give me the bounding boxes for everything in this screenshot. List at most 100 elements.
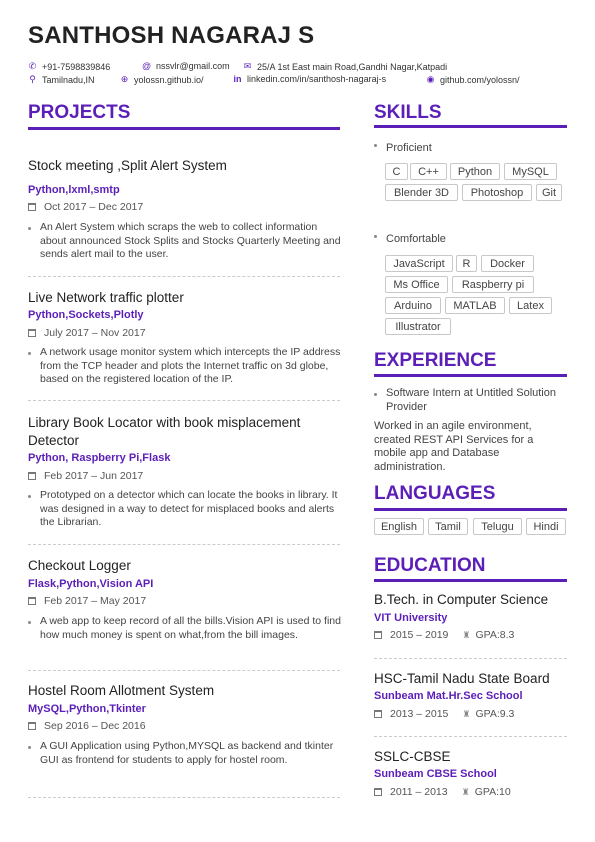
website-text: yolossn.github.io/ xyxy=(134,74,204,85)
education-school: VIT University xyxy=(374,612,448,624)
project-date-text: Feb 2017 – Jun 2017 xyxy=(44,470,144,482)
skill-tag: Python xyxy=(450,163,500,180)
education-divider xyxy=(374,736,567,737)
project-date-text: Oct 2017 – Dec 2017 xyxy=(44,201,144,213)
experience-role-item: Software Intern at Untitled Solution Pro… xyxy=(374,387,564,414)
contact-address: ✉ 25/A 1st East main Road,Gandhi Nagar,Ka… xyxy=(243,61,447,72)
bullet-dot xyxy=(374,393,377,396)
education-meta: 2015 – 2019 ♜ GPA:8.3 xyxy=(374,629,514,641)
map-pin-icon: ⚲ xyxy=(29,74,36,84)
education-degree: B.Tech. in Computer Science xyxy=(374,592,549,607)
calendar-icon xyxy=(28,472,36,480)
bullet-dot xyxy=(28,227,31,230)
project-desc: Prototyped on a detector which can locat… xyxy=(40,489,338,529)
linkedin-icon: in xyxy=(233,74,242,84)
project-title: Stock meeting ,Split Alert System xyxy=(28,158,227,173)
bullet-dot xyxy=(374,235,377,238)
link-icon: ⊕ xyxy=(120,74,129,84)
skill-tag: R xyxy=(456,255,477,272)
trophy-icon: ♜ xyxy=(462,708,471,719)
skill-tag: Arduino xyxy=(385,297,441,314)
project-date-text: Feb 2017 – May 2017 xyxy=(44,595,147,607)
at-icon: @ xyxy=(142,61,152,71)
project-bullet: A GUI Application using Python,MYSQL as … xyxy=(28,740,346,767)
project-title: Checkout Logger xyxy=(28,558,131,573)
project-tech: Python,lxml,smtp xyxy=(28,184,120,196)
skill-tag: Git xyxy=(536,184,562,201)
address-text: 25/A 1st East main Road,Gandhi Nagar,Kat… xyxy=(257,61,448,72)
project-date: Sep 2016 – Dec 2016 xyxy=(28,720,146,732)
email-text: nssvlr@gmail.com xyxy=(156,61,230,71)
education-years: 2015 – 2019 xyxy=(390,629,449,641)
calendar-icon xyxy=(28,722,36,730)
project-desc: A GUI Application using Python,MYSQL as … xyxy=(40,740,334,766)
skill-level-label: Comfortable xyxy=(386,233,446,245)
project-desc: An Alert System which scraps the web to … xyxy=(40,221,341,261)
phone-icon: ✆ xyxy=(28,61,37,71)
calendar-icon xyxy=(28,329,36,337)
calendar-icon xyxy=(374,788,382,796)
bullet-dot xyxy=(28,746,31,749)
skills-heading: SKILLS xyxy=(374,102,442,123)
project-divider xyxy=(28,544,340,545)
contact-linkedin[interactable]: in linkedin.com/in/santhosh-nagaraj-s xyxy=(233,74,387,84)
skill-tag: Docker xyxy=(481,255,534,272)
github-icon: ◉ xyxy=(426,74,435,84)
contact-website[interactable]: ⊕ yolossn.github.io/ xyxy=(120,74,204,85)
project-tech: MySQL,Python,Tkinter xyxy=(28,703,146,715)
project-desc: A web app to keep record of all the bill… xyxy=(40,615,341,641)
languages-heading: LANGUAGES xyxy=(374,483,496,504)
project-bullet: Prototyped on a detector which can locat… xyxy=(28,489,346,530)
project-bullet: A network usage monitor system which int… xyxy=(28,346,346,387)
project-date: July 2017 – Nov 2017 xyxy=(28,327,146,339)
experience-desc: Worked in an agile environment, created … xyxy=(374,420,534,473)
project-title: Hostel Room Allotment System xyxy=(28,683,215,698)
experience-rule xyxy=(374,374,567,377)
skill-tag: Photoshop xyxy=(462,184,532,201)
contact-email[interactable]: @ nssvlr@gmail.com xyxy=(142,61,230,71)
education-years: 2013 – 2015 xyxy=(390,708,449,720)
calendar-icon xyxy=(374,631,382,639)
education-divider xyxy=(374,658,567,659)
skill-tag: Blender 3D xyxy=(385,184,458,201)
project-divider xyxy=(28,276,340,277)
project-bullet: An Alert System which scraps the web to … xyxy=(28,221,346,262)
education-gpa: GPA:9.3 xyxy=(475,708,515,720)
skill-tag: Latex xyxy=(509,297,552,314)
project-desc: A network usage monitor system which int… xyxy=(40,346,341,386)
project-title: Live Network traffic plotter xyxy=(28,290,184,305)
language-tag: English xyxy=(374,518,424,535)
phone-text: +91-7598839846 xyxy=(42,61,111,72)
education-school: Sunbeam CBSE School xyxy=(374,768,497,780)
education-rule xyxy=(374,579,567,582)
skill-level-comfortable: Comfortable xyxy=(374,229,564,247)
contact-github[interactable]: ◉ github.com/yolossn/ xyxy=(426,74,520,85)
project-date-text: July 2017 – Nov 2017 xyxy=(44,327,146,339)
education-gpa: GPA:10 xyxy=(474,786,511,798)
project-date: Oct 2017 – Dec 2017 xyxy=(28,201,143,213)
skill-tag: C++ xyxy=(410,163,447,180)
calendar-icon xyxy=(28,203,36,211)
project-tech: Python, Raspberry Pi,Flask xyxy=(28,452,171,464)
project-title: Library Book Locator with book misplacem… xyxy=(28,415,301,448)
education-heading: EDUCATION xyxy=(374,555,486,576)
contact-location: ⚲ Tamilnadu,IN xyxy=(28,74,94,85)
project-date: Feb 2017 – May 2017 xyxy=(28,595,146,607)
projects-rule xyxy=(28,127,340,130)
skill-tag: C xyxy=(385,163,408,180)
linkedin-text: linkedin.com/in/santhosh-nagaraj-s xyxy=(247,74,387,84)
education-gpa: GPA:8.3 xyxy=(475,629,515,641)
education-school: Sunbeam Mat.Hr.Sec School xyxy=(374,690,523,702)
skill-tag: MATLAB xyxy=(445,297,505,314)
skill-tag: Ms Office xyxy=(385,276,448,293)
skill-tag: Raspberry pi xyxy=(452,276,534,293)
project-divider xyxy=(28,670,340,671)
calendar-icon xyxy=(374,710,382,718)
envelope-icon: ✉ xyxy=(243,61,252,71)
calendar-icon xyxy=(28,597,36,605)
skills-rule xyxy=(374,125,567,128)
project-tech: Python,Sockets,Plotly xyxy=(28,309,144,321)
education-degree: SSLC-CBSE xyxy=(374,749,451,764)
education-meta: 2013 – 2015 ♜ GPA:9.3 xyxy=(374,708,514,720)
contact-phone: ✆ +91-7598839846 xyxy=(28,61,111,72)
